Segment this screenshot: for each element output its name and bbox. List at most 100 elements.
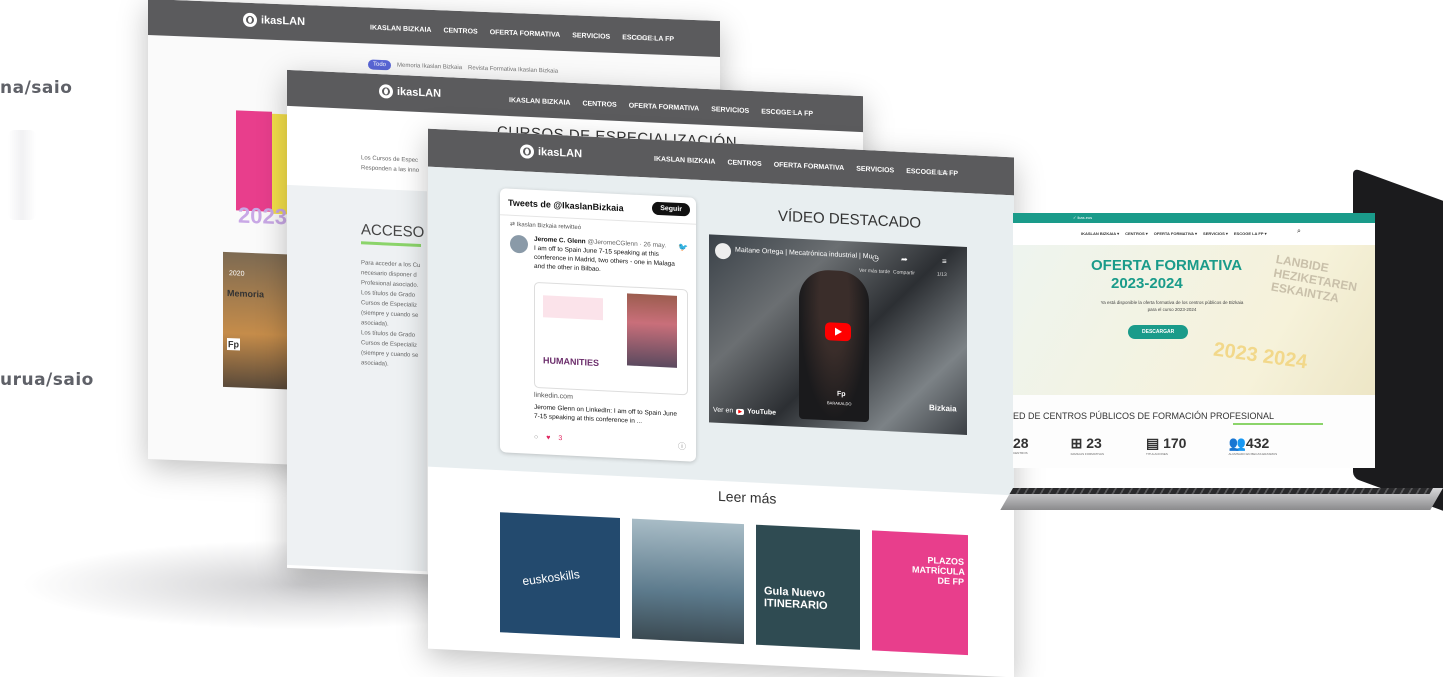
nav-item-centros[interactable]: CENTROS (727, 159, 761, 168)
avatar[interactable] (510, 234, 528, 254)
side-words: LANBIDE HEZIKETAREN ESKAINTZA (1269, 251, 1359, 306)
reply-icon[interactable]: ○ (534, 434, 538, 441)
side-label-top: na/saio (0, 78, 73, 98)
nav-item-centros[interactable]: CENTROS (582, 100, 616, 109)
link-domain[interactable]: linkedin.com (534, 392, 573, 401)
stat-label: TITULACIONES (1145, 452, 1168, 456)
language-switch[interactable]: EU ES (930, 170, 948, 177)
download-button[interactable]: DESCARGAR (1128, 325, 1189, 339)
twitter-bird-icon: 🐦 (678, 242, 688, 253)
language-switch[interactable]: EU ES (636, 36, 654, 43)
site-nav-centros[interactable]: CENTROS ▾ (1125, 231, 1148, 236)
retweet-icon: ⇄ (510, 221, 517, 229)
site-nav-servicios[interactable]: SERVICIOS ▾ (1203, 231, 1228, 236)
brand-name: ikasLAN (397, 85, 442, 100)
nav-item-servicios[interactable]: SERVICIOS (711, 106, 749, 115)
brand-logo[interactable]: ikasLAN (243, 12, 305, 29)
ikaslan-logo-icon (520, 144, 534, 159)
presenter-figure (799, 268, 869, 423)
channel-avatar[interactable] (715, 242, 731, 260)
video-player[interactable]: Maitane Ortega | Mecatrónica industrial … (709, 234, 967, 436)
news-thumb-itinerario[interactable]: Gula Nuevo ITINERARIO (756, 524, 860, 650)
nav-item-ikaslan[interactable]: IKASLAN BIZKAIA (370, 25, 431, 34)
watch-later-label: Ver más tarde (859, 267, 891, 276)
hero-banner: OFERTA FORMATIVA 2023-2024 Ya está dispo… (1013, 245, 1375, 395)
site-nav-ikaslan[interactable]: IKASLAN BIZKAIA ▾ (1081, 231, 1119, 236)
ikaslan-logo-icon (243, 12, 257, 28)
brand-name: ikasLAN (538, 146, 583, 161)
bizkaia-logo: Bizkaia (929, 403, 957, 414)
filter-revista[interactable]: Revista Formativa Ikaslan Bizkaia (468, 65, 558, 74)
speakers-photo (627, 293, 677, 368)
follow-button[interactable]: Seguir (652, 201, 690, 217)
nav-item-oferta[interactable]: OFERTA FORMATIVA (629, 102, 700, 112)
side-label-bottom: urua/saio (0, 370, 94, 390)
card-year: 2020 (229, 270, 245, 278)
play-button[interactable] (825, 322, 851, 342)
hero-years: 2023-2024 (1111, 275, 1183, 292)
site-header: IKASLAN BIZKAIA ▾ CENTROS ▾ OFERTA FORMA… (1013, 223, 1375, 245)
stat-value: 28 (1013, 435, 1029, 451)
yellow-cover-strip (272, 113, 288, 215)
playlist-icon[interactable]: ≡ (942, 257, 947, 266)
tweet-actions: ○ ♥ 3 (534, 434, 562, 442)
stats-row: 28 CENTROS ⊞ 23 FAMILIAS FORMATIVAS ▤ 170 T… (1013, 435, 1278, 456)
youtube-icon: ▶ (736, 408, 745, 415)
link-text[interactable]: Jerome Glenn on LinkedIn: I am off to Sp… (534, 403, 684, 428)
nav-item-centros[interactable]: CENTROS (443, 27, 477, 35)
filter-memoria[interactable]: Memoria Ikaslan Bizkaia (397, 63, 462, 71)
decorative-glow (8, 130, 36, 220)
heart-icon[interactable]: ♥ (546, 434, 550, 441)
nav-item-servicios[interactable]: SERVICIOS (572, 32, 610, 40)
laptop-screen: ✓ ikas.eus IKASLAN BIZKAIA ▾ CENTROS ▾ O… (1013, 213, 1375, 468)
info-icon[interactable]: ⓘ (678, 441, 686, 452)
top-bar: ✓ ikas.eus (1013, 213, 1375, 223)
fp-logo: Fp (837, 390, 846, 399)
memoria-card[interactable]: 2020 Memoria Fp (223, 251, 287, 390)
news-thumbnails: euskoskills Gula Nuevo ITINERARIO PLAZOS… (500, 512, 968, 656)
youtube-label: YouTube (747, 408, 777, 417)
read-more-heading[interactable]: Leer más (718, 488, 776, 507)
nav-menu: IKASLAN BIZKAIA CENTROS OFERTA FORMATIVA… (370, 25, 674, 44)
nav-item-oferta[interactable]: OFERTA FORMATIVA (490, 29, 561, 39)
nav-item-ikaslan[interactable]: IKASLAN BIZKAIA (654, 156, 715, 166)
top-nav: ikasLAN IKASLAN BIZKAIA CENTROS OFERTA F… (148, 0, 720, 57)
news-thumb-plazos[interactable]: PLAZOS MATRÍCULA DE FP (872, 530, 968, 656)
hero-subtitle: Ya está disponible la oferta formativa d… (1100, 300, 1244, 312)
search-icon[interactable]: ⌕ (1297, 228, 1301, 236)
nav-item-servicios[interactable]: SERVICIOS (856, 166, 894, 175)
stat-familias: ⊞ 23 FAMILIAS FORMATIVAS (1071, 435, 1104, 456)
like-count: 3 (558, 435, 563, 443)
news-thumb-group[interactable] (632, 518, 744, 645)
brand-logo[interactable]: ikasLAN (379, 84, 441, 101)
site-nav-escoge[interactable]: ESCOGE LA FP ▾ (1234, 231, 1267, 236)
stat-label: CENTROS (1013, 451, 1028, 455)
filter-all[interactable]: Todo (368, 59, 392, 71)
acceso-heading: ACCESO (361, 221, 425, 242)
brand-logo[interactable]: ikasLAN (520, 144, 582, 161)
grid-icon: ⊞ (1070, 435, 1087, 451)
site-nav: IKASLAN BIZKAIA ▾ CENTROS ▾ OFERTA FORMA… (1081, 231, 1267, 236)
stat-value: 432 (1245, 435, 1270, 451)
playlist-counter: 1/13 (937, 271, 947, 279)
thumb-text: Gula Nuevo ITINERARIO (764, 585, 828, 613)
watch-on-youtube[interactable]: Ver en ▶ YouTube (713, 407, 776, 417)
keyboard-keys (1009, 488, 1433, 494)
news-thumb-euskoskills[interactable]: euskoskills (500, 512, 620, 639)
share-icon[interactable]: ➦ (901, 255, 908, 264)
network-heading: ED DE CENTROS PÚBLICOS DE FORMACIÓN PROF… (1013, 411, 1275, 421)
card-tag (543, 295, 603, 321)
nav-menu: IKASLAN BIZKAIA CENTROS OFERTA FORMATIVA… (509, 97, 813, 118)
nav-item-oferta[interactable]: OFERTA FORMATIVA (774, 162, 845, 172)
tweet: Jerome C. Glenn @JeromeCGlenn · 26 may. … (534, 235, 684, 278)
site-nav-oferta[interactable]: OFERTA FORMATIVA ▾ (1154, 231, 1197, 236)
language-switch[interactable]: EU ES (777, 110, 795, 117)
play-icon (835, 327, 842, 336)
clock-icon[interactable]: ◷ (872, 253, 879, 262)
video-title[interactable]: Maitane Ortega | Mecatrónica industrial … (735, 247, 878, 261)
thumb-text: PLAZOS MATRÍCULA DE FP (912, 555, 965, 587)
nav-item-ikaslan[interactable]: IKASLAN BIZKAIA (509, 97, 570, 107)
laptop-mockup: ✓ ikas.eus IKASLAN BIZKAIA ▾ CENTROS ▾ O… (1000, 167, 1443, 519)
stat-value: 23 (1086, 435, 1102, 451)
link-card[interactable]: HUMANITIES (534, 281, 688, 396)
